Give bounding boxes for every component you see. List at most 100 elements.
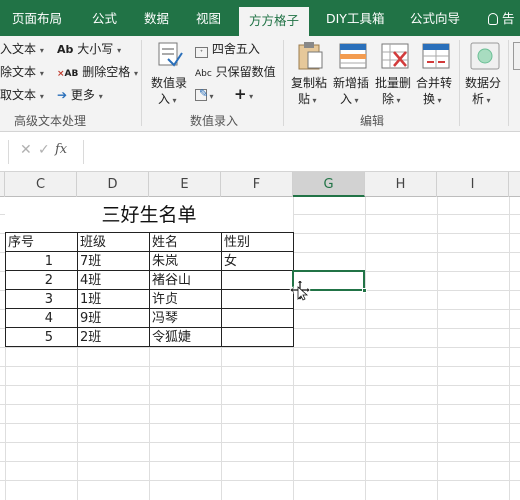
table-row: 5 2班 令狐婕: [5, 327, 294, 347]
delete-space-icon: ×AB: [57, 69, 79, 79]
copy-paste-button[interactable]: 复制粘: [291, 76, 327, 90]
column-header-bar: C D E F G H I: [0, 172, 520, 197]
batch-delete-icon: [380, 40, 410, 72]
value-entry-button[interactable]: 数值录: [151, 76, 187, 90]
tab-tell-me[interactable]: 告: [488, 0, 515, 36]
cell-class[interactable]: 9班: [77, 308, 150, 328]
name-box[interactable]: [0, 140, 8, 164]
cell-gender[interactable]: [221, 289, 294, 309]
header-cell-class[interactable]: 班级: [77, 232, 150, 252]
cell-index[interactable]: 2: [5, 270, 78, 290]
insert-new-button-line2[interactable]: 入 ▾: [340, 92, 359, 108]
next-tool-icon: [513, 42, 520, 70]
column-header-i[interactable]: I: [437, 172, 509, 197]
table-row: 3 1班 许贞: [5, 289, 294, 309]
header-cell-index[interactable]: 序号: [5, 232, 78, 252]
formula-input[interactable]: [83, 140, 520, 164]
cell-index[interactable]: 1: [5, 251, 78, 271]
cell-name[interactable]: 令狐婕: [149, 327, 222, 347]
cell-name[interactable]: 朱岚: [149, 251, 222, 271]
extract-text-menu[interactable]: 取文本 ▾: [0, 88, 44, 104]
clipboard-icon: [296, 40, 324, 72]
sheet-title[interactable]: 三好生名单: [5, 197, 293, 233]
column-header-h[interactable]: H: [365, 172, 437, 197]
column-header-f[interactable]: F: [221, 172, 293, 197]
table-row: 2 4班 褚谷山: [5, 270, 294, 290]
insert-rows-icon: [338, 40, 368, 72]
cell-index[interactable]: 3: [5, 289, 78, 309]
case-menu[interactable]: Ab 大小写 ▾: [57, 42, 121, 58]
cell-gender[interactable]: 女: [221, 251, 294, 271]
delete-space-menu[interactable]: ×AB 删除空格 ▾: [57, 65, 138, 81]
cell-gender[interactable]: [221, 308, 294, 328]
cell-gender[interactable]: [221, 327, 294, 347]
remove-text-menu[interactable]: 除文本 ▾: [0, 65, 44, 81]
cell-class[interactable]: 4班: [77, 270, 150, 290]
column-header-c[interactable]: C: [5, 172, 77, 197]
merge-convert-icon: [421, 40, 451, 72]
grid-line: [437, 197, 438, 500]
cell-name[interactable]: 褚谷山: [149, 270, 222, 290]
confirm-icon[interactable]: ✓: [38, 142, 50, 158]
tell-me-label: 告: [502, 11, 515, 26]
grid-line: [365, 197, 366, 500]
merge-convert-button[interactable]: 合并转: [416, 76, 452, 90]
cell-index[interactable]: 4: [5, 308, 78, 328]
edit-menu-small[interactable]: ✎ ▾: [195, 87, 214, 104]
plus-button[interactable]: + ▾: [234, 87, 253, 104]
insert-text-menu[interactable]: 入文本 ▾: [0, 42, 44, 58]
copy-paste-button-line2[interactable]: 贴 ▾: [298, 92, 317, 108]
cell-class[interactable]: 7班: [77, 251, 150, 271]
header-cell-gender[interactable]: 性别: [221, 232, 294, 252]
fill-handle[interactable]: [362, 288, 367, 293]
tab-formulas[interactable]: 公式: [92, 0, 117, 36]
group-separator: [508, 40, 509, 126]
keep-value-button[interactable]: Abc 只保留数值: [195, 65, 276, 81]
more-menu[interactable]: ➔ 更多 ▾: [57, 88, 103, 104]
batch-delete-button[interactable]: 批量删: [375, 76, 411, 90]
tab-view[interactable]: 视图: [196, 0, 221, 36]
cell-name[interactable]: 许贞: [149, 289, 222, 309]
batch-delete-button-line2[interactable]: 除 ▾: [382, 92, 401, 108]
column-header-d[interactable]: D: [77, 172, 149, 197]
ribbon-tab-bar: 页面布局 公式 数据 视图 方方格子 DIY工具箱 公式向导 告: [0, 0, 520, 36]
table-row: 4 9班 冯琴: [5, 308, 294, 328]
header-cell-name[interactable]: 姓名: [149, 232, 222, 252]
data-analysis-button-line2[interactable]: 析 ▾: [472, 92, 491, 108]
move-cursor-icon: [289, 279, 311, 304]
cell-gender[interactable]: [221, 270, 294, 290]
tab-formula-wizard[interactable]: 公式向导: [410, 0, 460, 36]
cell-name[interactable]: 冯琴: [149, 308, 222, 328]
worksheet-grid[interactable]: 三好生名单 序号 班级 姓名 性别 1 7班 朱岚 女 2 4班 褚谷山 3 1…: [0, 197, 520, 500]
insert-function-button[interactable]: fx: [55, 142, 67, 157]
lightbulb-icon: [488, 13, 498, 25]
data-analysis-button[interactable]: 数据分: [465, 76, 501, 90]
cancel-icon[interactable]: ✕: [20, 142, 32, 158]
insert-new-button[interactable]: 新增插: [333, 76, 369, 90]
group-label-value-entry: 数值录入: [190, 114, 239, 128]
group-separator: [283, 40, 284, 126]
column-header-e[interactable]: E: [149, 172, 221, 197]
group-separator: [459, 40, 460, 126]
group-label-advanced-text: 高级文本处理: [14, 114, 87, 128]
arrow-right-icon: ➔: [57, 88, 68, 102]
grid-line: [509, 197, 510, 500]
tab-fangfang[interactable]: 方方格子: [239, 7, 310, 36]
student-table: 序号 班级 姓名 性别 1 7班 朱岚 女 2 4班 褚谷山 3 1班 许贞 4…: [5, 232, 294, 347]
merge-convert-button-line2[interactable]: 换 ▾: [423, 92, 442, 108]
tab-page-layout[interactable]: 页面布局: [12, 0, 62, 36]
formula-separator: [8, 140, 9, 164]
column-header-partial[interactable]: [509, 172, 520, 197]
tab-data[interactable]: 数据: [144, 0, 169, 36]
formula-bar: ✕ ✓ fx: [0, 132, 520, 172]
group-separator: [141, 40, 142, 126]
data-analysis-icon: [469, 42, 501, 70]
cell-class[interactable]: 2班: [77, 327, 150, 347]
tab-diy-toolbox[interactable]: DIY工具箱: [326, 0, 384, 36]
round-icon: ⁺: [195, 47, 208, 58]
round-button[interactable]: ⁺ 四舍五入: [195, 42, 260, 58]
cell-index[interactable]: 5: [5, 327, 78, 347]
column-header-g[interactable]: G: [293, 172, 365, 197]
cell-class[interactable]: 1班: [77, 289, 150, 309]
value-entry-button-line2[interactable]: 入 ▾: [158, 92, 177, 108]
